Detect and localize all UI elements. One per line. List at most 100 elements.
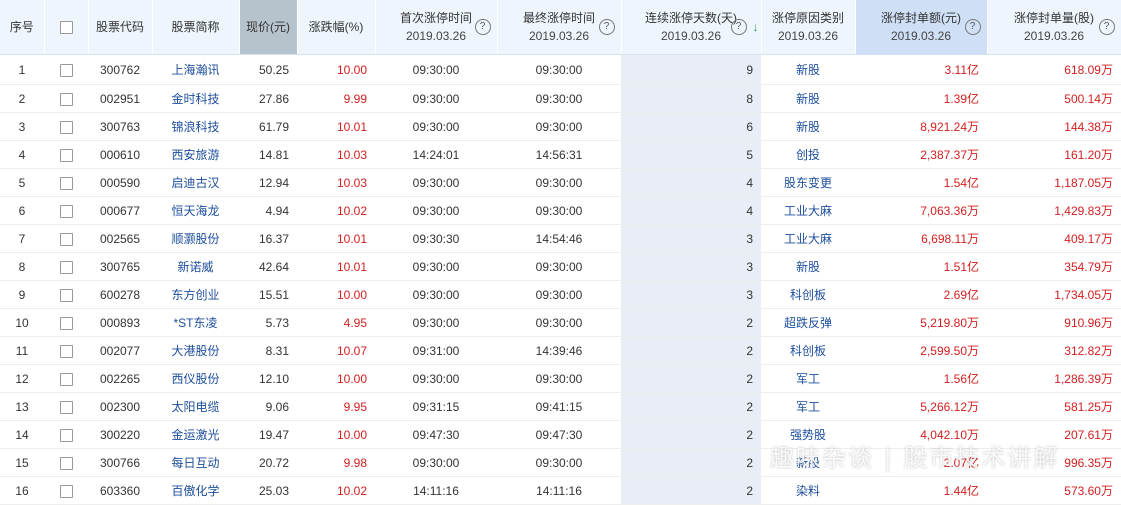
row-reason-link[interactable]: 强势股 — [761, 420, 855, 449]
table-row[interactable]: 5 000590 启迪古汉 12.94 10.03 09:30:00 09:30:00 4 股东… — [0, 168, 1121, 197]
row-reason-link[interactable]: 股东变更 — [761, 168, 855, 197]
row-name-link[interactable]: 太阳电缆 — [152, 392, 239, 421]
row-name-link[interactable]: 大港股份 — [152, 336, 239, 365]
row-checkbox[interactable] — [44, 168, 88, 197]
help-icon[interactable]: ? — [730, 19, 747, 35]
select-all-checkbox[interactable] — [59, 21, 73, 35]
col-header-last-time[interactable]: 最终涨停时间 2019.03.26 ? — [497, 0, 622, 55]
row-checkbox[interactable] — [44, 252, 88, 281]
row-reason-link[interactable]: 新股 — [761, 252, 855, 281]
row-checkbox[interactable] — [44, 476, 88, 505]
row-select-checkbox[interactable] — [59, 372, 73, 386]
row-checkbox[interactable] — [44, 364, 88, 393]
table-row[interactable]: 9 600278 东方创业 15.51 10.00 09:30:00 09:30:00 3 科创… — [0, 280, 1121, 309]
row-days: 8 — [621, 84, 761, 113]
row-select-checkbox[interactable] — [59, 92, 73, 106]
col-header-change[interactable]: 涨跌幅(%) — [297, 0, 376, 55]
row-name-link[interactable]: 西仪股份 — [152, 364, 239, 393]
table-row[interactable]: 14 300220 金运激光 19.47 10.00 09:47:30 09:47:30 2 强… — [0, 420, 1121, 449]
row-name-link[interactable]: 锦浪科技 — [152, 112, 239, 141]
row-reason-link[interactable]: 新股 — [761, 54, 855, 85]
col-header-name[interactable]: 股票简称 — [152, 0, 240, 55]
row-name-link[interactable]: *ST东凌 — [152, 308, 239, 337]
row-checkbox[interactable] — [44, 420, 88, 449]
table-row[interactable]: 12 002265 西仪股份 12.10 10.00 09:30:00 09:30:00 2 军… — [0, 364, 1121, 393]
row-select-checkbox[interactable] — [59, 204, 73, 218]
col-header-days[interactable]: 连续涨停天数(天) 2019.03.26 ? ↓ — [621, 0, 762, 55]
row-select-checkbox[interactable] — [59, 344, 73, 358]
row-checkbox[interactable] — [44, 280, 88, 309]
row-checkbox[interactable] — [44, 392, 88, 421]
table-row[interactable]: 8 300765 新诺威 42.64 10.01 09:30:00 09:30:00 3 新股 1… — [0, 252, 1121, 281]
table-row[interactable]: 13 002300 太阳电缆 9.06 9.95 09:31:15 09:41:15 2 军工 5… — [0, 392, 1121, 421]
row-reason-link[interactable]: 创投 — [761, 140, 855, 169]
table-row[interactable]: 2 002951 金时科技 27.86 9.99 09:30:00 09:30:00 8 新股 1… — [0, 84, 1121, 113]
table-row[interactable]: 11 002077 大港股份 8.31 10.07 09:31:00 14:39:46 2 科创… — [0, 336, 1121, 365]
col-header-reason[interactable]: 涨停原因类别 2019.03.26 — [761, 0, 856, 55]
row-select-checkbox[interactable] — [59, 288, 73, 302]
row-select-checkbox[interactable] — [59, 148, 73, 162]
row-name-link[interactable]: 西安旅游 — [152, 140, 239, 169]
row-select-checkbox[interactable] — [59, 456, 73, 470]
table-row[interactable]: 7 002565 顺灏股份 16.37 10.01 09:30:30 14:54:46 3 工业… — [0, 224, 1121, 253]
help-icon[interactable]: ? — [1098, 19, 1115, 35]
row-select-checkbox[interactable] — [59, 484, 73, 498]
row-reason-link[interactable]: 工业大麻 — [761, 224, 855, 253]
row-select-checkbox[interactable] — [59, 400, 73, 414]
col-header-first-time[interactable]: 首次涨停时间 2019.03.26 ? — [375, 0, 498, 55]
help-icon[interactable]: ? — [964, 19, 981, 35]
table-row[interactable]: 6 000677 恒天海龙 4.94 10.02 09:30:00 09:30:00 4 工业大… — [0, 196, 1121, 225]
row-name-link[interactable]: 顺灏股份 — [152, 224, 239, 253]
table-row[interactable]: 10 000893 *ST东凌 5.73 4.95 09:30:00 09:30:00 2 超跌… — [0, 308, 1121, 337]
col-header-amount[interactable]: 涨停封单额(元) 2019.03.26 ? — [855, 0, 988, 55]
row-name-link[interactable]: 新诺威 — [152, 252, 239, 281]
row-reason-link[interactable]: 科创板 — [761, 280, 855, 309]
row-reason-link[interactable]: 超跌反弹 — [761, 308, 855, 337]
row-reason-link[interactable]: 军工 — [761, 392, 855, 421]
row-name-link[interactable]: 上海瀚讯 — [152, 54, 239, 85]
table-row[interactable]: 3 300763 锦浪科技 61.79 10.01 09:30:00 09:30:00 6 新股… — [0, 112, 1121, 141]
row-reason-link[interactable]: 军工 — [761, 364, 855, 393]
row-select-checkbox[interactable] — [59, 232, 73, 246]
row-name-link[interactable]: 金时科技 — [152, 84, 239, 113]
table-row[interactable]: 4 000610 西安旅游 14.81 10.03 14:24:01 14:56:31 5 创投… — [0, 140, 1121, 169]
row-reason-link[interactable]: 新股 — [761, 84, 855, 113]
row-checkbox[interactable] — [44, 112, 88, 141]
row-select-checkbox[interactable] — [59, 428, 73, 442]
row-name-link[interactable]: 启迪古汉 — [152, 168, 239, 197]
row-name-link[interactable]: 百傲化学 — [152, 476, 239, 505]
row-checkbox[interactable] — [44, 336, 88, 365]
row-checkbox[interactable] — [44, 54, 88, 85]
col-header-volume[interactable]: 涨停封单量(股) 2019.03.26 ? — [987, 0, 1121, 55]
col-header-seq[interactable]: 序号 — [0, 0, 45, 55]
row-select-checkbox[interactable] — [59, 63, 73, 77]
help-icon[interactable]: ? — [598, 19, 615, 35]
row-name-link[interactable]: 恒天海龙 — [152, 196, 239, 225]
select-all-checkbox-cell[interactable] — [44, 0, 89, 55]
row-reason-link[interactable]: 新股 — [761, 112, 855, 141]
row-name-link[interactable]: 东方创业 — [152, 280, 239, 309]
table-row[interactable]: 1 300762 上海瀚讯 50.25 10.00 09:30:00 09:30:00 9 新股… — [0, 54, 1121, 85]
row-reason-link[interactable]: 新股 — [761, 448, 855, 477]
row-checkbox[interactable] — [44, 196, 88, 225]
row-select-checkbox[interactable] — [59, 120, 73, 134]
row-name-link[interactable]: 每日互动 — [152, 448, 239, 477]
row-select-checkbox[interactable] — [59, 316, 73, 330]
table-row[interactable]: 16 603360 百傲化学 25.03 10.02 14:11:16 14:11:16 2 染… — [0, 476, 1121, 505]
row-select-checkbox[interactable] — [59, 260, 73, 274]
row-select-checkbox[interactable] — [59, 176, 73, 190]
row-checkbox[interactable] — [44, 224, 88, 253]
row-reason-link[interactable]: 工业大麻 — [761, 196, 855, 225]
row-name-link[interactable]: 金运激光 — [152, 420, 239, 449]
sort-down-icon[interactable]: ↓ — [753, 18, 759, 36]
row-checkbox[interactable] — [44, 84, 88, 113]
col-header-price[interactable]: 现价(元) — [239, 0, 298, 55]
row-checkbox[interactable] — [44, 448, 88, 477]
row-reason-link[interactable]: 染料 — [761, 476, 855, 505]
row-checkbox[interactable] — [44, 308, 88, 337]
table-row[interactable]: 15 300766 每日互动 20.72 9.98 09:30:00 09:30:00 2 新股… — [0, 448, 1121, 477]
row-checkbox[interactable] — [44, 140, 88, 169]
col-header-code[interactable]: 股票代码 — [88, 0, 153, 55]
help-icon[interactable]: ? — [474, 19, 491, 35]
row-reason-link[interactable]: 科创板 — [761, 336, 855, 365]
